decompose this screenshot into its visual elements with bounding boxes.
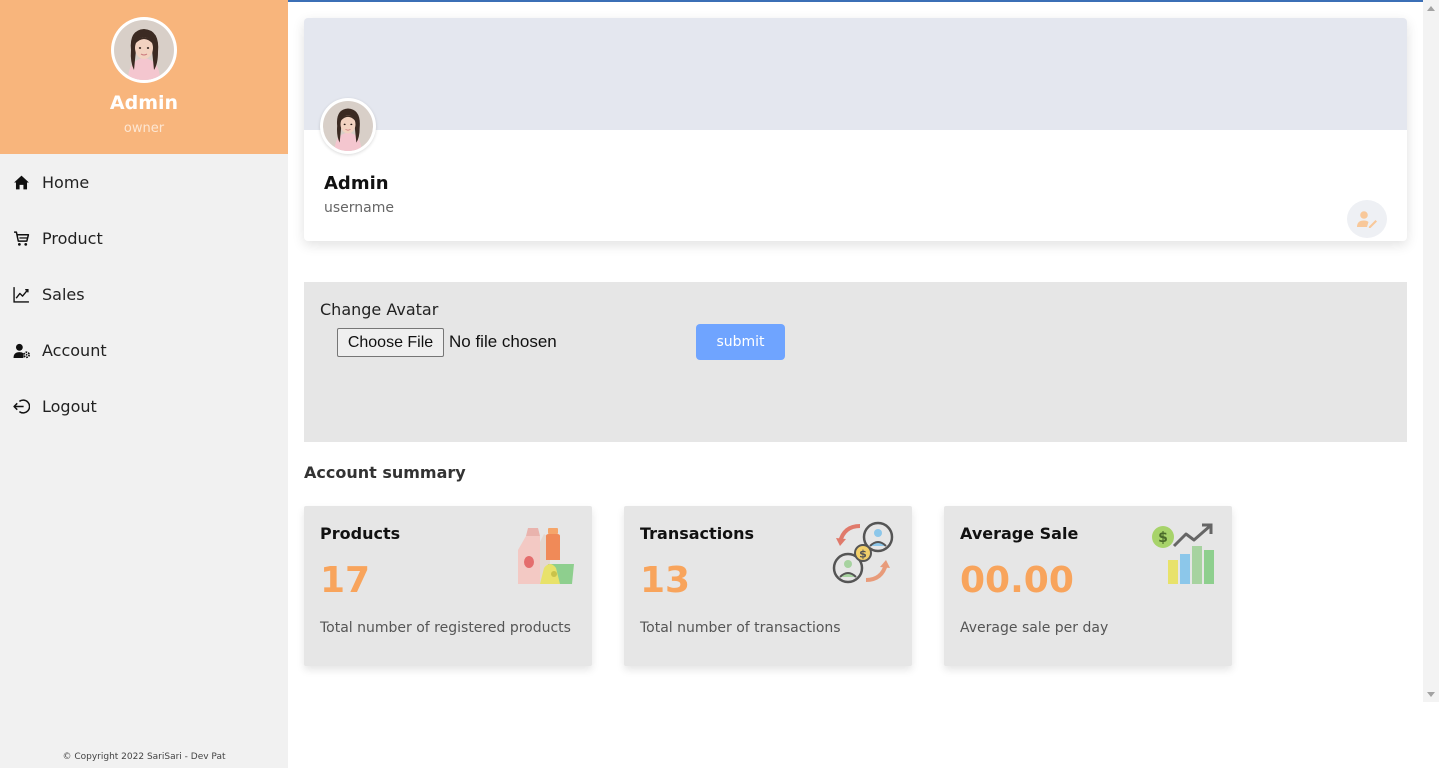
svg-text:$: $ <box>859 548 867 561</box>
stat-title: Average Sale <box>960 524 1079 543</box>
stat-card-products: Products 17 Total number of registered p… <box>304 506 592 666</box>
sidebar-item-label: Account <box>42 340 107 360</box>
change-avatar-title: Change Avatar <box>320 300 439 319</box>
cart-icon <box>12 229 30 247</box>
user-edit-icon <box>1357 211 1377 228</box>
file-status-text: No file chosen <box>449 332 557 351</box>
avatar-photo <box>323 101 373 151</box>
choose-file-button[interactable]: Choose File <box>337 328 444 357</box>
sidebar-item-label: Product <box>42 228 103 248</box>
home-icon <box>12 173 30 191</box>
stat-title: Transactions <box>640 524 755 543</box>
sidebar-avatar <box>111 17 177 83</box>
sidebar: Admin owner Home Product Sales Account L… <box>0 0 288 768</box>
profile-cover <box>304 18 1407 130</box>
change-avatar-panel: Change Avatar Choose File No file chosen… <box>304 282 1407 442</box>
submit-button[interactable]: submit <box>696 324 785 360</box>
copyright-text: © Copyright 2022 SariSari - Dev Pat <box>62 752 226 762</box>
stat-description: Average sale per day <box>960 620 1109 636</box>
scroll-down-arrow-icon[interactable] <box>1427 692 1435 697</box>
profile-card: Admin username <box>304 18 1407 241</box>
sidebar-item-account[interactable]: Account <box>0 322 288 378</box>
profile-username: username <box>324 200 394 216</box>
account-summary-title: Account summary <box>304 463 466 482</box>
sidebar-item-sales[interactable]: Sales <box>0 266 288 322</box>
profile-avatar <box>320 98 376 154</box>
sidebar-user-name: Admin <box>109 92 179 114</box>
avatar-photo <box>114 20 174 80</box>
sidebar-item-home[interactable]: Home <box>0 154 288 210</box>
sidebar-item-logout[interactable]: Logout <box>0 378 288 434</box>
stat-card-average-sale: Average Sale 00.00 Average sale per day … <box>944 506 1232 666</box>
stat-description: Total number of transactions <box>640 620 841 636</box>
stat-title: Products <box>320 524 401 543</box>
sidebar-item-label: Home <box>42 172 90 192</box>
stat-value: 17 <box>320 560 371 601</box>
stat-description: Total number of registered products <box>320 620 571 636</box>
svg-text:$: $ <box>1158 530 1168 546</box>
stat-value: 00.00 <box>960 560 1074 601</box>
sidebar-item-product[interactable]: Product <box>0 210 288 266</box>
sales-growth-icon: $ <box>1152 523 1214 584</box>
sidebar-profile-header: Admin owner <box>0 0 288 154</box>
edit-profile-button[interactable] <box>1347 200 1387 238</box>
money-exchange-icon: $ <box>832 521 894 584</box>
user-gear-icon <box>12 341 30 359</box>
groceries-icon <box>518 528 574 584</box>
sidebar-item-label: Logout <box>42 396 97 416</box>
sidebar-user-role: owner <box>123 121 165 136</box>
logout-icon <box>12 397 30 415</box>
sidebar-item-label: Sales <box>42 284 85 304</box>
profile-name: Admin <box>324 173 389 194</box>
scroll-up-arrow-icon[interactable] <box>1427 6 1435 11</box>
stat-value: 13 <box>640 560 691 601</box>
stat-card-transactions: Transactions 13 Total number of transact… <box>624 506 912 666</box>
chart-line-icon <box>12 285 30 303</box>
page-scrollbar[interactable] <box>1423 0 1439 702</box>
